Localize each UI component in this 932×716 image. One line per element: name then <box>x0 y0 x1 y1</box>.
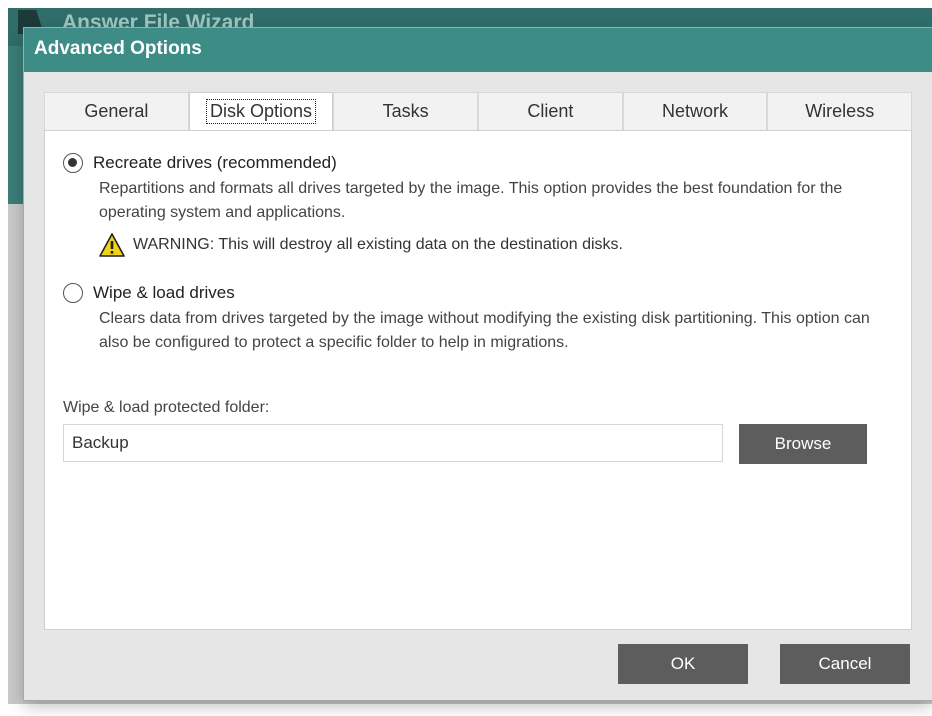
tab-label: Client <box>527 101 574 121</box>
warning-text: WARNING: This will destroy all existing … <box>133 236 623 253</box>
recreate-drives-radio[interactable] <box>63 153 83 173</box>
wipe-load-radio[interactable] <box>63 283 83 303</box>
tab-label: Disk Options <box>205 99 317 124</box>
tab-label: General <box>84 101 149 121</box>
dialog-title: Advanced Options <box>34 38 202 59</box>
warning-icon <box>99 233 125 257</box>
warning-row: WARNING: This will destroy all existing … <box>99 233 623 257</box>
disk-options-panel: Recreate drives (recommended) Repartitio… <box>44 130 912 630</box>
tab-client[interactable]: Client <box>478 92 623 130</box>
protected-folder-label: Wipe & load protected folder: <box>63 399 270 416</box>
browse-button[interactable]: Browse <box>739 424 867 464</box>
tab-tasks[interactable]: Tasks <box>333 92 479 130</box>
tab-network[interactable]: Network <box>622 92 768 130</box>
tabstrip: General Disk Options Tasks Client Networ… <box>44 92 913 130</box>
wipe-load-option[interactable]: Wipe & load drives <box>63 283 235 303</box>
recreate-drives-description: Repartitions and formats all drives targ… <box>99 180 843 221</box>
tab-label: Network <box>662 101 729 121</box>
protected-folder-input[interactable] <box>63 424 723 462</box>
wipe-load-label: Wipe & load drives <box>93 283 235 302</box>
recreate-drives-option[interactable]: Recreate drives (recommended) <box>63 153 337 173</box>
recreate-drives-label: Recreate drives (recommended) <box>93 153 337 172</box>
ok-button[interactable]: OK <box>618 644 748 684</box>
tab-wireless[interactable]: Wireless <box>767 92 913 130</box>
tab-label: Wireless <box>805 101 875 121</box>
tab-label: Tasks <box>382 101 429 121</box>
tab-general[interactable]: General <box>44 92 189 130</box>
dialog-titlebar[interactable]: Advanced Options <box>24 28 932 72</box>
tab-disk-options[interactable]: Disk Options <box>188 92 334 130</box>
advanced-options-dialog: Advanced Options General Disk Options Ta… <box>24 28 932 700</box>
wipe-load-description: Clears data from drives targeted by the … <box>99 310 870 351</box>
cancel-button[interactable]: Cancel <box>780 644 910 684</box>
